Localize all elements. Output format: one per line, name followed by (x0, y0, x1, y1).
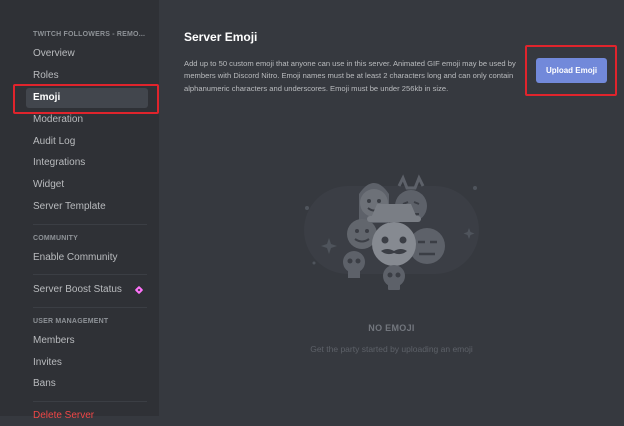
settings-sidebar: TWITCH FOLLOWERS - REMO... Overview Role… (0, 0, 159, 421)
emoji-description: Add up to 50 custom emoji that anyone ca… (184, 59, 516, 93)
emoji-settings-panel: Server Emoji Add up to 50 custom emoji t… (159, 0, 624, 416)
page-title: Server Emoji (184, 30, 258, 44)
community-header: COMMUNITY (33, 235, 78, 242)
server-name-header: TWITCH FOLLOWERS - REMO... (33, 31, 146, 38)
sidebar-divider (33, 224, 147, 225)
empty-emoji-illustration (304, 174, 479, 290)
sidebar-item-emoji[interactable]: Emoji (26, 88, 148, 108)
empty-state-subtitle: Get the party started by uploading an em… (310, 344, 473, 354)
sidebar-item-widget[interactable]: Widget (26, 175, 148, 195)
sidebar-divider (33, 401, 147, 402)
sidebar-item-delete-server[interactable]: Delete Server (26, 406, 148, 426)
sidebar-item-roles[interactable]: Roles (26, 66, 148, 86)
upload-emoji-button[interactable]: Upload Emoji (536, 58, 607, 83)
sidebar-item-integrations[interactable]: Integrations (26, 153, 148, 173)
sidebar-item-label: Server Boost Status (33, 284, 122, 295)
sidebar-item-moderation[interactable]: Moderation (26, 110, 148, 130)
sidebar-divider (33, 307, 147, 308)
sidebar-item-enable-community[interactable]: Enable Community (26, 248, 148, 268)
sidebar-item-server-template[interactable]: Server Template (26, 197, 148, 217)
sidebar-item-overview[interactable]: Overview (26, 44, 148, 64)
sidebar-item-invites[interactable]: Invites (26, 353, 148, 373)
sidebar-item-server-boost-status[interactable]: Server Boost Status (26, 280, 148, 300)
empty-state-title: NO EMOJI (368, 323, 415, 333)
sidebar-item-members[interactable]: Members (26, 331, 148, 351)
sidebar-item-bans[interactable]: Bans (26, 374, 148, 394)
sidebar-item-audit-log[interactable]: Audit Log (26, 132, 148, 152)
user-management-header: USER MANAGEMENT (33, 318, 109, 325)
sidebar-divider (33, 274, 147, 275)
boost-gem-icon (134, 285, 144, 295)
